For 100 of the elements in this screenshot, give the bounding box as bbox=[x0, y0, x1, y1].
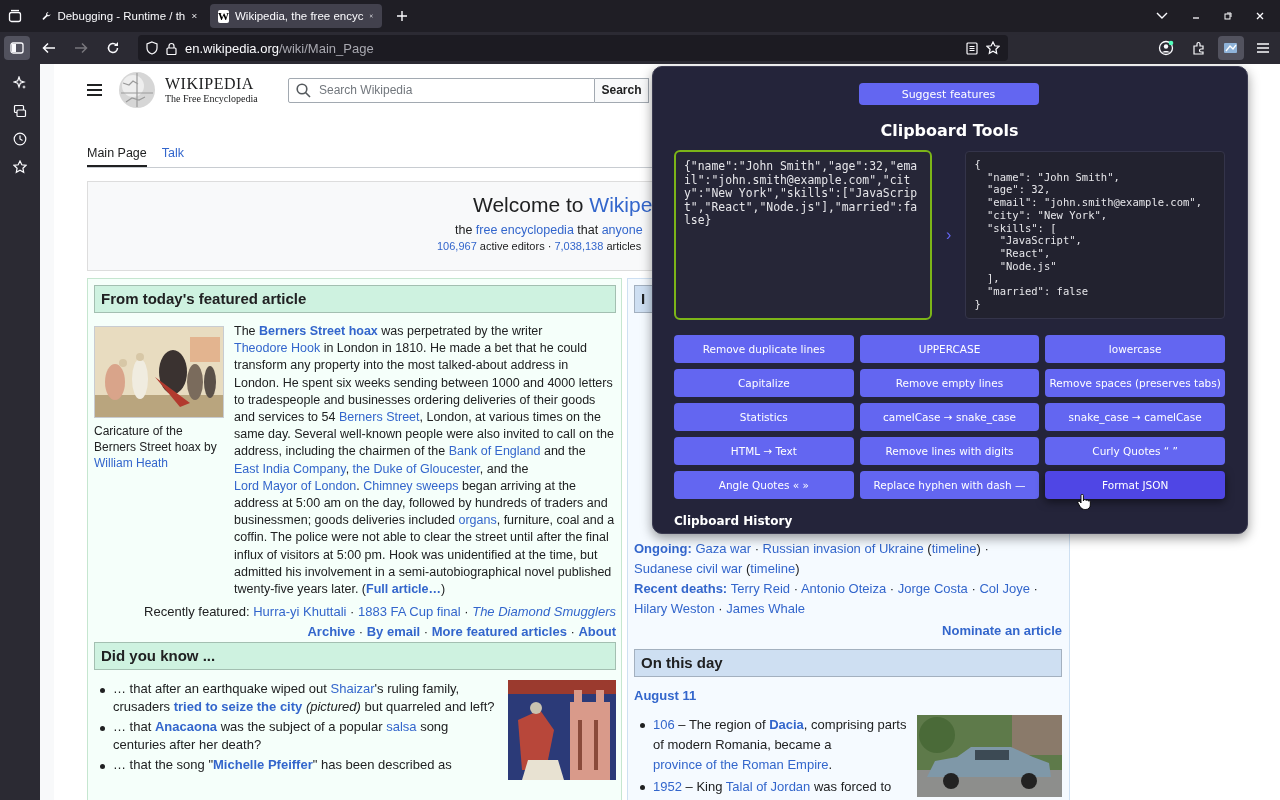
menu-icon[interactable] bbox=[87, 84, 102, 96]
close-icon[interactable] bbox=[191, 11, 198, 21]
link[interactable]: Michelle Pfeiffer bbox=[213, 757, 313, 773]
address-bar[interactable]: en.wikipedia.org/wiki/Main_Page bbox=[138, 35, 1008, 61]
link[interactable]: Hilary Weston bbox=[634, 601, 715, 616]
new-tab-icon[interactable] bbox=[396, 10, 408, 22]
link[interactable]: Shaizar bbox=[330, 681, 375, 697]
wordmark: WIKIPEDIA bbox=[165, 76, 255, 92]
welcome-tagline: the free encyclopedia that anyone bbox=[455, 223, 643, 237]
link[interactable]: Bank of England bbox=[448, 444, 541, 459]
link[interactable]: 106,967 bbox=[437, 240, 477, 252]
synced-tabs-icon[interactable] bbox=[13, 104, 27, 118]
link[interactable]: Col Joye bbox=[979, 581, 1030, 596]
link[interactable]: anyone bbox=[601, 223, 643, 237]
tool-button[interactable]: HTML → Text bbox=[674, 437, 854, 465]
link[interactable]: Antonio Oteiza bbox=[800, 581, 887, 596]
tool-button[interactable]: Statistics bbox=[674, 403, 854, 431]
link[interactable]: August 11 bbox=[634, 688, 697, 703]
reload-icon[interactable] bbox=[106, 41, 120, 55]
link[interactable]: Russian invasion of Ukraine bbox=[762, 541, 924, 556]
tool-button[interactable]: Capitalize bbox=[674, 369, 854, 397]
link[interactable]: Berners Street hoax bbox=[259, 324, 378, 338]
link[interactable]: tried to seize the city bbox=[173, 699, 303, 715]
reader-view-icon[interactable] bbox=[966, 41, 978, 55]
link[interactable]: Recent deaths: bbox=[634, 581, 731, 596]
link[interactable]: Talal of Jordan bbox=[725, 779, 811, 794]
link[interactable]: salsa bbox=[386, 719, 417, 735]
back-icon[interactable] bbox=[42, 42, 56, 54]
tool-button[interactable]: Format JSON bbox=[1045, 471, 1225, 499]
link[interactable]: Sudanese civil war bbox=[634, 561, 743, 576]
tool-button[interactable]: lowercase bbox=[1045, 335, 1225, 363]
restore-icon[interactable] bbox=[1224, 12, 1232, 20]
extensions-icon[interactable] bbox=[1192, 41, 1206, 55]
link[interactable]: Archive bbox=[307, 624, 356, 640]
link[interactable]: organs bbox=[458, 513, 497, 528]
link[interactable]: timeline bbox=[750, 561, 796, 576]
bookmark-star-icon[interactable] bbox=[986, 41, 1000, 55]
link[interactable]: Hurra-yi Khuttali bbox=[253, 604, 347, 620]
browser-tab[interactable]: W Wikipedia, the free encyc bbox=[210, 4, 382, 28]
link[interactable]: 106 bbox=[653, 717, 675, 732]
tool-button[interactable]: Remove duplicate lines bbox=[674, 335, 854, 363]
link[interactable]: 1883 FA Cup final bbox=[358, 604, 461, 620]
link[interactable]: province of the Roman Empire bbox=[653, 757, 829, 772]
history-icon[interactable] bbox=[13, 132, 27, 146]
suggest-features-button[interactable]: Suggest features bbox=[858, 83, 1039, 105]
link[interactable]: The Diamond Smugglers bbox=[472, 604, 616, 620]
input-field[interactable]: {"name":"John Smith","age":32,"email":"john.smith@example.com","city":"New York","skills":["JavaScript","React","Node.js"],"married":false} bbox=[674, 150, 932, 320]
sparkle-icon[interactable] bbox=[13, 76, 27, 90]
link[interactable]: Jorge Costa bbox=[897, 581, 968, 596]
link[interactable]: Ongoing: bbox=[634, 541, 696, 556]
link[interactable]: East India Company bbox=[234, 461, 346, 476]
browser-tab[interactable]: Debugging - Runtime / th bbox=[34, 4, 206, 28]
welcome-title: Welcome to Wikipe bbox=[473, 192, 653, 218]
more-links: Archive · By email · More featured articles · About bbox=[307, 623, 616, 642]
tool-button[interactable]: Remove empty lines bbox=[859, 369, 1040, 397]
link[interactable]: Terry Reid bbox=[730, 581, 791, 596]
link[interactable]: Chimney sweeps bbox=[363, 478, 459, 493]
link[interactable]: timeline bbox=[931, 541, 977, 556]
extension-button[interactable] bbox=[1218, 36, 1244, 60]
forward-icon[interactable] bbox=[74, 42, 88, 54]
ongoing-events: Ongoing: Gaza war · Russian invasion of Ukraine (timeline) · Sudanese civil war (timeline) bbox=[634, 540, 990, 578]
sidebar-toggle-button[interactable] bbox=[4, 36, 30, 60]
link[interactable]: 7,038,138 bbox=[554, 240, 604, 252]
link[interactable]: Theodore Hook bbox=[234, 341, 321, 356]
link[interactable]: the Duke of Gloucester bbox=[352, 461, 480, 476]
link[interactable]: free encyclopedia bbox=[475, 223, 574, 237]
tool-button[interactable]: Replace hyphen with dash — bbox=[859, 471, 1040, 499]
link[interactable]: James Whale bbox=[726, 601, 805, 616]
link[interactable]: Full article… bbox=[366, 582, 442, 597]
link[interactable]: 1952 bbox=[653, 779, 682, 794]
tool-button[interactable]: Angle Quotes « » bbox=[674, 471, 854, 499]
link[interactable]: Nominate an article bbox=[942, 623, 1062, 638]
link[interactable]: By email bbox=[366, 624, 421, 640]
tool-button[interactable]: Remove spaces (preserves tabs) bbox=[1045, 369, 1225, 397]
tool-button[interactable]: Curly Quotes “ ” bbox=[1045, 437, 1225, 465]
on-this-day-item: 1952 – King Talal of Jordan was forced to bbox=[653, 778, 893, 796]
chevron-down-icon[interactable] bbox=[1156, 12, 1168, 20]
tool-button[interactable]: snake_case → camelCase bbox=[1045, 403, 1225, 431]
page-tab[interactable]: Main Page bbox=[87, 144, 147, 167]
link[interactable]: More featured articles bbox=[431, 624, 567, 640]
link[interactable]: Wikipe bbox=[589, 193, 653, 216]
link[interactable]: Gaza war bbox=[695, 541, 751, 556]
bookmarks-star-icon[interactable] bbox=[13, 160, 27, 174]
sidebar-icon bbox=[10, 42, 24, 54]
link[interactable]: Dacia bbox=[769, 717, 804, 732]
tool-button[interactable]: camelCase → snake_case bbox=[859, 403, 1040, 431]
link[interactable]: Anacaona bbox=[154, 719, 218, 735]
link[interactable]: William Heath bbox=[94, 456, 168, 470]
close-icon[interactable] bbox=[1256, 12, 1264, 20]
tool-button[interactable]: UPPERCASE bbox=[859, 335, 1040, 363]
page-tab[interactable]: Talk bbox=[161, 144, 184, 167]
image-caption: Caricature of the Berners Street hoax by William Heath bbox=[94, 423, 218, 471]
link[interactable]: Berners Street bbox=[338, 410, 420, 424]
tool-button[interactable]: Remove lines with digits bbox=[859, 437, 1040, 465]
account-icon[interactable] bbox=[1158, 40, 1174, 56]
did-you-know-item: … that Anacaona was the subject of a popular salsa song centuries after her death? bbox=[113, 718, 450, 755]
link[interactable]: About bbox=[578, 624, 616, 640]
search-button[interactable]: Search bbox=[595, 77, 649, 103]
tab-list-icon[interactable] bbox=[8, 9, 22, 23]
search-field[interactable]: Search Wikipedia bbox=[288, 77, 595, 103]
